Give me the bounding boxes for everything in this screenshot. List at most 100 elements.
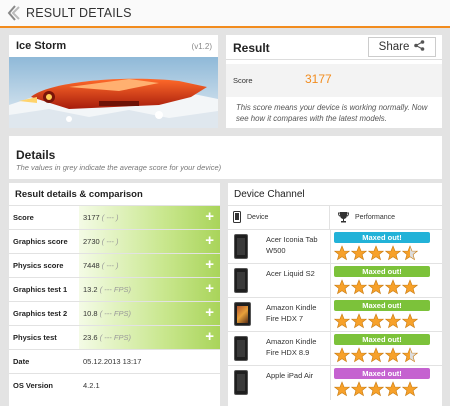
expand-plus-icon[interactable]: + bbox=[205, 209, 214, 225]
result-details-heading: Result details & comparison bbox=[15, 188, 143, 200]
performance-badge: Maxed out! bbox=[334, 300, 430, 311]
share-button[interactable]: Share bbox=[368, 37, 436, 57]
result-row-label: Physics test bbox=[13, 333, 57, 342]
performance-badge: Maxed out! bbox=[334, 232, 430, 243]
result-row-label: OS Version bbox=[13, 381, 54, 390]
device-image bbox=[234, 370, 248, 395]
average-value: ( --- FPS) bbox=[99, 309, 131, 318]
result-row-value: 2730 ( --- ) bbox=[83, 237, 118, 246]
share-icon bbox=[414, 40, 425, 54]
score-band bbox=[226, 64, 442, 97]
device-row[interactable]: Acer Liquid S2 Maxed out! bbox=[228, 263, 442, 298]
result-value: 2730 bbox=[83, 237, 100, 246]
share-label: Share bbox=[378, 41, 410, 53]
result-value: 10.8 bbox=[83, 309, 98, 318]
star-rating bbox=[333, 381, 419, 402]
result-row-value: 23.6 ( --- FPS) bbox=[83, 333, 131, 342]
result-details-column: Result details & comparison Score 3177 ( … bbox=[9, 183, 220, 397]
average-value: ( --- FPS) bbox=[99, 285, 131, 294]
result-row[interactable]: Graphics test 2 10.8 ( --- FPS) + bbox=[9, 301, 220, 325]
result-row-value: 3177 ( --- ) bbox=[83, 213, 118, 222]
result-row-value: 7448 ( --- ) bbox=[83, 261, 118, 270]
result-row[interactable]: Physics test 23.6 ( --- FPS) + bbox=[9, 325, 220, 349]
benchmark-card: Ice Storm (v1.2) bbox=[9, 35, 218, 128]
expand-plus-icon[interactable]: + bbox=[205, 281, 214, 297]
device-row[interactable]: Apple iPad Air Maxed out! bbox=[228, 365, 442, 402]
device-channel-column: Device Channel Device Performance Acer I… bbox=[228, 183, 442, 402]
performance-badge: Maxed out! bbox=[334, 266, 430, 277]
average-value: ( --- FPS) bbox=[99, 333, 131, 342]
result-row[interactable]: Graphics test 1 13.2 ( --- FPS) + bbox=[9, 277, 220, 301]
expand-plus-icon[interactable]: + bbox=[205, 329, 214, 345]
expand-plus-icon[interactable]: + bbox=[205, 305, 214, 321]
star-icon bbox=[333, 381, 351, 402]
result-value: 7448 bbox=[83, 261, 100, 270]
device-image bbox=[234, 234, 248, 259]
result-row[interactable]: Physics score 7448 ( --- ) + bbox=[9, 253, 220, 277]
device-name: Apple iPad Air bbox=[266, 371, 314, 380]
result-title: Result bbox=[233, 41, 270, 55]
top-bar: RESULT DETAILS bbox=[0, 0, 450, 28]
result-row[interactable]: Graphics score 2730 ( --- ) + bbox=[9, 229, 220, 253]
result-value: 4.2.1 bbox=[83, 381, 100, 390]
trophy-icon bbox=[337, 211, 350, 225]
device-image bbox=[234, 302, 251, 326]
result-row-label: Physics score bbox=[13, 261, 64, 270]
score-description: This score means your device is working … bbox=[236, 103, 428, 123]
average-value: ( --- ) bbox=[101, 237, 119, 246]
average-value: ( --- ) bbox=[101, 213, 119, 222]
page-title: RESULT DETAILS bbox=[26, 6, 132, 20]
benchmark-name: Ice Storm bbox=[16, 40, 67, 52]
star-icon bbox=[401, 381, 419, 402]
device-name: Acer Liquid S2 bbox=[266, 269, 315, 278]
result-row-label: Graphics score bbox=[13, 237, 68, 246]
result-row-value: 10.8 ( --- FPS) bbox=[83, 309, 131, 318]
expand-plus-icon[interactable]: + bbox=[205, 233, 214, 249]
divider bbox=[226, 59, 442, 60]
result-row-label: Graphics test 2 bbox=[13, 309, 68, 318]
result-row-value: 4.2.1 bbox=[83, 381, 100, 390]
performance-badge: Maxed out! bbox=[334, 334, 430, 345]
expand-plus-icon[interactable]: + bbox=[205, 257, 214, 273]
column-divider bbox=[220, 183, 228, 406]
result-row-label: Score bbox=[13, 213, 34, 222]
star-icon bbox=[350, 381, 368, 402]
device-column-label: Device bbox=[247, 214, 269, 221]
details-title: Details bbox=[16, 148, 56, 162]
device-image bbox=[234, 268, 248, 293]
score-value: 3177 bbox=[305, 72, 332, 86]
result-row-label: Graphics test 1 bbox=[13, 285, 68, 294]
details-subtitle: The values in grey indicate the average … bbox=[16, 163, 222, 172]
device-row[interactable]: Acer Iconia Tab W500 Maxed out! bbox=[228, 229, 442, 264]
back-chevron-icon[interactable] bbox=[6, 3, 20, 23]
device-list: Acer Iconia Tab W500 Maxed out! Acer Liqui… bbox=[228, 229, 442, 402]
ice-storm-banner-image bbox=[9, 57, 218, 128]
result-value: 05.12.2013 13:17 bbox=[83, 357, 142, 366]
performance-badge: Maxed out! bbox=[334, 368, 430, 379]
result-row-value: 05.12.2013 13:17 bbox=[83, 357, 141, 366]
phone-icon bbox=[233, 210, 241, 225]
result-value: 13.2 bbox=[83, 285, 98, 294]
device-image bbox=[234, 336, 248, 361]
score-label: Score bbox=[233, 76, 253, 85]
result-row: Date 05.12.2013 13:17 bbox=[9, 349, 220, 373]
star-icon bbox=[367, 381, 385, 402]
device-table-header: Device Performance bbox=[228, 205, 442, 230]
result-row[interactable]: Score 3177 ( --- ) + bbox=[9, 205, 220, 229]
details-card: Details The values in grey indicate the … bbox=[9, 136, 442, 406]
benchmark-version: (v1.2) bbox=[191, 41, 212, 51]
device-name: Acer Iconia Tab W500 bbox=[266, 235, 318, 255]
device-row[interactable]: Amazon Kindle Fire HDX 7 Maxed out! bbox=[228, 297, 442, 332]
result-row-value: 13.2 ( --- FPS) bbox=[83, 285, 131, 294]
device-channel-heading: Device Channel bbox=[234, 188, 305, 200]
result-value: 3177 bbox=[83, 213, 100, 222]
result-value: 23.6 bbox=[83, 333, 98, 342]
average-value: ( --- ) bbox=[101, 261, 119, 270]
performance-column-label: Performance bbox=[355, 214, 396, 221]
device-name: Amazon Kindle Fire HDX 8.9 bbox=[266, 337, 317, 357]
device-name: Amazon Kindle Fire HDX 7 bbox=[266, 303, 317, 323]
result-row-label: Date bbox=[13, 357, 30, 366]
star-icon bbox=[384, 381, 402, 402]
device-row[interactable]: Amazon Kindle Fire HDX 8.9 Maxed out! bbox=[228, 331, 442, 366]
result-card: Result Share Score 3177 This score means… bbox=[226, 35, 442, 128]
